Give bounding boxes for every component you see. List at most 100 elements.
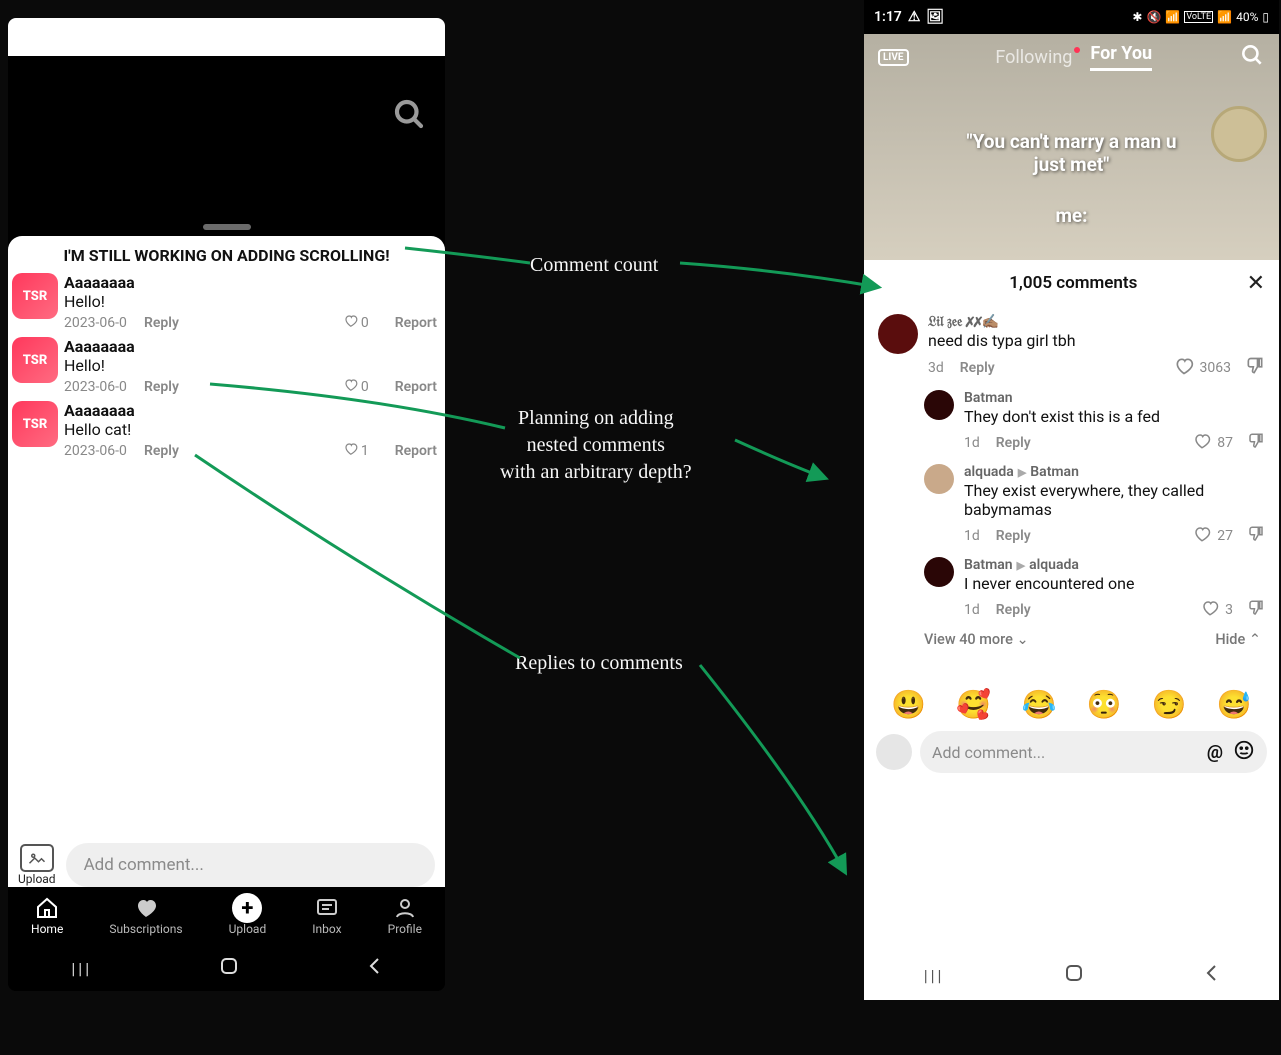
reply-button[interactable]: Reply — [996, 528, 1031, 544]
reply-button[interactable]: Reply — [144, 379, 179, 395]
right-comment-reply: Batman▶alquada I never encountered one 1… — [864, 549, 1279, 623]
report-button[interactable]: Report — [395, 443, 437, 459]
warning-icon: ⚠ — [908, 9, 921, 25]
nav-profile[interactable]: Profile — [388, 896, 422, 936]
nav-profile-label: Profile — [388, 922, 422, 936]
reply-button[interactable]: Reply — [144, 443, 179, 459]
back-icon[interactable] — [1203, 963, 1219, 987]
heart-icon[interactable] — [343, 441, 359, 461]
reply-button[interactable]: Reply — [144, 315, 179, 331]
thumbs-down-icon[interactable] — [1247, 599, 1265, 621]
view-more-button[interactable]: View 40 more ⌄ — [924, 631, 1029, 648]
avatar[interactable] — [924, 390, 954, 420]
tiktok-video-area[interactable]: LIVE Following For You "You can't marry … — [864, 34, 1279, 260]
emoji-button[interactable]: 😅 — [1217, 688, 1252, 721]
home-icon[interactable] — [1064, 963, 1084, 987]
bluetooth-icon: ✱ — [1132, 10, 1142, 24]
nav-subscriptions[interactable]: Subscriptions — [109, 896, 182, 936]
thumbs-down-icon[interactable] — [1247, 525, 1265, 547]
thumbs-down-icon[interactable] — [1245, 356, 1265, 380]
nav-home[interactable]: Home — [31, 896, 63, 936]
upload-image-button[interactable]: Upload — [18, 844, 56, 886]
heart-icon[interactable] — [343, 313, 359, 333]
emoji-button[interactable]: 😂 — [1021, 688, 1056, 721]
add-comment-placeholder: Add comment... — [932, 743, 1207, 762]
mute-icon: 🔇 — [1146, 10, 1161, 24]
emoji-button[interactable]: 😳 — [1087, 688, 1122, 721]
add-comment-row: Add comment... @ — [864, 725, 1279, 785]
emoji-button[interactable]: 🥰 — [956, 688, 991, 721]
emoji-button[interactable]: 😃 — [891, 688, 926, 721]
nav-inbox[interactable]: Inbox — [312, 896, 341, 936]
left-add-comment-row: Upload Add comment... — [8, 835, 445, 895]
comment-username[interactable]: Aaaaaaaa — [64, 401, 437, 420]
heart-icon — [134, 896, 158, 920]
comment-text: I never encountered one — [964, 574, 1265, 593]
like-count: 87 — [1217, 435, 1233, 451]
mention-icon[interactable]: @ — [1207, 742, 1223, 763]
tab-following[interactable]: Following — [995, 47, 1072, 68]
reply-button[interactable]: Reply — [960, 360, 995, 376]
avatar[interactable]: TSR — [12, 337, 58, 383]
comment-text: Hello cat! — [64, 420, 437, 439]
left-comments-sheet: I'M STILL WORKING ON ADDING SCROLLING! T… — [8, 236, 445, 843]
reply-button[interactable]: Reply — [996, 602, 1031, 618]
comment-username[interactable]: Batman▶alquada — [964, 557, 1265, 573]
plus-icon: + — [232, 893, 262, 923]
close-icon[interactable]: ✕ — [1247, 271, 1265, 296]
heart-icon[interactable] — [1193, 525, 1211, 547]
annotation-nested: Planning on adding nested comments with … — [500, 405, 692, 486]
notification-dot-icon — [1074, 47, 1080, 53]
back-icon[interactable] — [366, 956, 382, 980]
tab-for-you[interactable]: For You — [1090, 43, 1152, 71]
report-button[interactable]: Report — [395, 379, 437, 395]
comment-time: 1d — [964, 528, 980, 544]
sheet-drag-handle[interactable] — [203, 224, 251, 230]
hide-button[interactable]: Hide ⌃ — [1215, 631, 1261, 648]
comment-username[interactable]: Aaaaaaaa — [64, 337, 437, 356]
picture-icon: 🖼 — [926, 9, 944, 25]
avatar[interactable] — [878, 314, 918, 354]
avatar[interactable]: TSR — [12, 273, 58, 319]
emoji-button[interactable]: 😏 — [1152, 688, 1187, 721]
avatar[interactable] — [924, 557, 954, 587]
report-button[interactable]: Report — [395, 315, 437, 331]
left-comment: TSR Aaaaaaaa Hello! 2023-06-0 Reply 0 Re… — [8, 335, 445, 399]
like-count: 0 — [361, 379, 369, 395]
wifi-icon: 📶 — [1165, 10, 1180, 24]
comment-username[interactable]: Aaaaaaaa — [64, 273, 437, 292]
add-comment-input[interactable]: Add comment... @ — [920, 731, 1267, 773]
emoji-picker-icon[interactable] — [1233, 739, 1255, 765]
left-phone: I'M STILL WORKING ON ADDING SCROLLING! T… — [8, 18, 445, 991]
video-caption: "You can't marry a man u just met" me: — [864, 130, 1279, 227]
annotation-replies: Replies to comments — [515, 650, 683, 677]
heart-icon[interactable] — [1193, 432, 1211, 454]
home-icon[interactable] — [219, 956, 239, 980]
right-comments-sheet: 1,005 comments ✕ 𝔏𝔦𝔩 𝔷𝔢𝔢 ✗✗✍🏽 need dis t… — [864, 260, 1279, 950]
search-icon[interactable] — [1239, 42, 1265, 72]
thumbs-down-icon[interactable] — [1247, 432, 1265, 454]
sheet-title: I'M STILL WORKING ON ADDING SCROLLING! — [8, 242, 445, 271]
heart-icon[interactable] — [343, 377, 359, 397]
add-comment-input[interactable]: Add comment... — [66, 843, 435, 887]
volte-label: VoLTE — [1184, 11, 1213, 23]
comment-username[interactable]: 𝔏𝔦𝔩 𝔷𝔢𝔢 ✗✗✍🏽 — [928, 314, 1265, 330]
nav-upload[interactable]: + Upload — [229, 896, 267, 936]
status-time: 1:17 — [874, 9, 902, 25]
search-icon[interactable] — [391, 96, 427, 136]
recents-icon[interactable]: ||| — [71, 959, 92, 978]
comment-username[interactable]: Batman — [964, 390, 1265, 406]
recents-icon[interactable]: ||| — [924, 966, 945, 985]
left-video-area — [8, 56, 445, 246]
live-icon[interactable]: LIVE — [878, 49, 909, 66]
comment-username[interactable]: alquada▶Batman — [964, 464, 1265, 480]
my-avatar[interactable] — [876, 734, 912, 770]
reply-button[interactable]: Reply — [996, 435, 1031, 451]
heart-icon[interactable] — [1201, 599, 1219, 621]
avatar[interactable]: TSR — [12, 401, 58, 447]
heart-icon[interactable] — [1174, 356, 1194, 380]
chat-icon — [315, 896, 339, 920]
avatar[interactable] — [924, 464, 954, 494]
like-count: 27 — [1217, 528, 1233, 544]
comment-count: 1,005 comments — [900, 273, 1247, 293]
